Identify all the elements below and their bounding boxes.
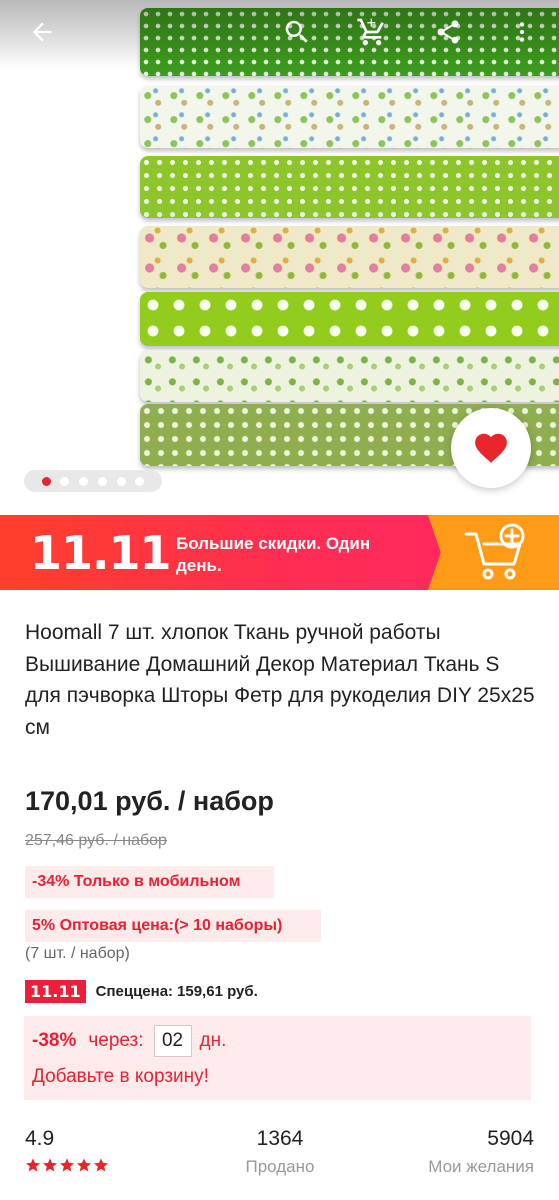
pagination-dot (135, 476, 145, 486)
more-options-button[interactable] (502, 12, 542, 52)
share-icon (437, 20, 459, 44)
gallery-pagination (24, 470, 162, 492)
arrow-left-icon (32, 22, 52, 42)
rating-stat[interactable]: 4.9 (25, 1127, 109, 1173)
sale-logo: 11.11 (30, 526, 172, 580)
sold-count: 1364 (256, 1127, 304, 1150)
top-toolbar (0, 0, 559, 64)
fabric-layer (140, 226, 559, 288)
wholesale-price-tag[interactable]: 5% Оптовая цена:(> 10 наборы) (25, 910, 321, 942)
more-vertical-icon (519, 22, 525, 42)
star-icon (60, 1158, 74, 1172)
star-icon (77, 1158, 91, 1172)
current-price: 170,01 руб. / набор (25, 786, 274, 816)
promo-text: Большие скидки. Один день. (176, 534, 371, 575)
original-price: 257,46 руб. / набор (25, 832, 167, 849)
pagination-dot (116, 476, 126, 486)
search-icon (285, 20, 308, 43)
countdown-days-box: 02 (153, 1025, 192, 1057)
add-to-cart-promo-button[interactable] (462, 522, 528, 589)
star-icon (43, 1158, 57, 1172)
pack-info: (7 шт. / набор) (25, 945, 130, 962)
sold-label: Продано (245, 1157, 315, 1176)
special-price-value: 159,61 руб. (177, 983, 258, 1000)
pagination-dot (79, 476, 89, 486)
countdown-through-label: через: (88, 1030, 144, 1051)
star-icon (94, 1158, 108, 1172)
rating-value: 4.9 (25, 1127, 55, 1150)
rating-stars (25, 1157, 109, 1173)
fabric-layer (140, 350, 559, 402)
wishlist-count: 5904 (487, 1127, 534, 1150)
add-to-cart-cta[interactable]: Добавьте в корзину! (32, 1066, 209, 1088)
back-button[interactable] (22, 12, 62, 52)
product-title: Hoomall 7 шт. хлопок Ткань ручной работы… (25, 621, 535, 739)
wishlist-label: Мои желания (428, 1157, 534, 1176)
pagination-dot (97, 476, 107, 486)
countdown-line: -38% через: 02 дн. (32, 1025, 226, 1057)
mobile-discount-tag: -34% Только в мобильном (25, 866, 274, 898)
countdown-discount: -38% (32, 1030, 77, 1051)
countdown-days-unit: дн. (199, 1030, 227, 1051)
search-button[interactable] (277, 12, 317, 52)
heart-icon (475, 433, 507, 463)
special-price-row: 11.11 Спеццена: 159,61 руб. (25, 980, 258, 1003)
cart-plus-icon (464, 523, 525, 580)
cart-button[interactable] (352, 12, 392, 52)
shopping-cart-icon (357, 18, 384, 46)
share-button[interactable] (428, 12, 468, 52)
special-price-label: Спеццена: (95, 983, 174, 1000)
star-icon (26, 1158, 40, 1172)
fabric-layer (140, 292, 559, 346)
fabric-layer (140, 86, 559, 148)
countdown-panel: -38% через: 02 дн. Добавьте в корзину! (24, 1016, 531, 1100)
pagination-dot-active (41, 476, 51, 486)
add-to-wishlist-button[interactable] (451, 408, 531, 488)
product-stats: 4.9 1364 Продано 5904 Мои желания (0, 1127, 559, 1187)
pagination-dot (60, 476, 70, 486)
fabric-layer (140, 156, 559, 218)
wishlist-stat: 5904 Мои желания (406, 1127, 534, 1177)
sale-badge: 11.11 (25, 980, 86, 1003)
sold-stat: 1364 Продано (240, 1127, 320, 1177)
